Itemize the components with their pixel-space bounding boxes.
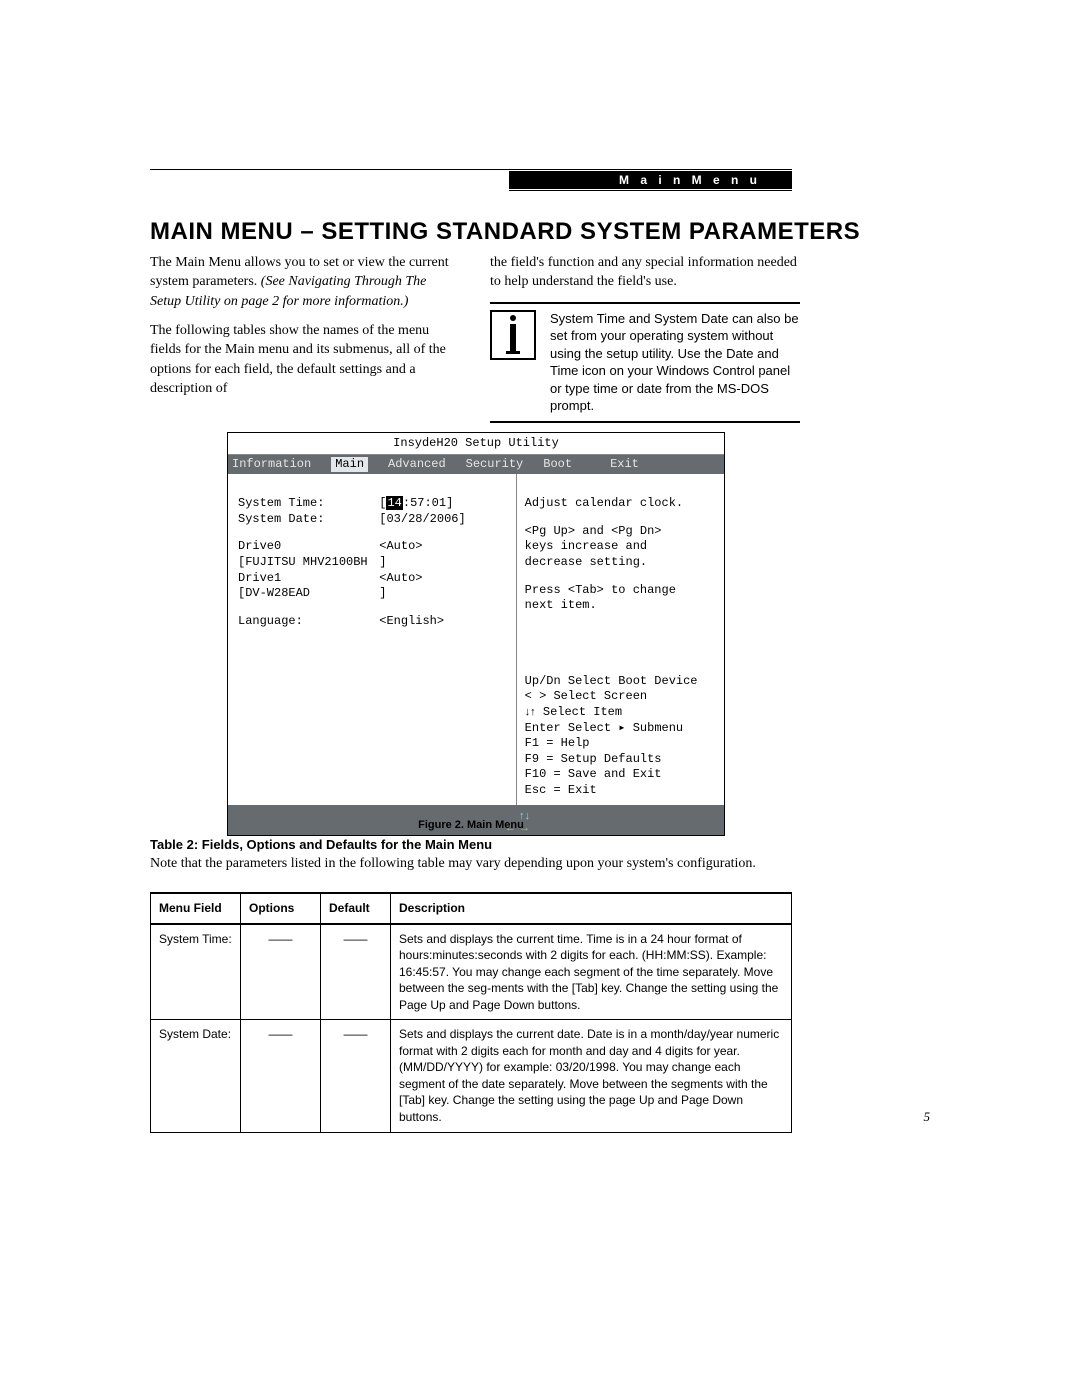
table-title: Table 2: Fields, Options and Defaults fo…: [150, 836, 492, 854]
intro-paragraph-1: The Main Menu allows you to set or view …: [150, 253, 458, 311]
bios-utility-title: InsydeH20 Setup Utility: [228, 433, 724, 455]
help-l4: decrease setting.: [525, 555, 716, 571]
nav-l8: Esc = Exit: [525, 783, 716, 799]
bios-tab-security: Security: [466, 457, 524, 473]
value-system-date: [03/28/2006]: [379, 512, 509, 528]
help-l5: Press <Tab> to change: [525, 583, 716, 599]
cell-description: Sets and displays the current date. Date…: [391, 1020, 792, 1132]
bios-tabs: Information Main Advanced Security Boot …: [228, 455, 724, 475]
label-drive0: Drive0: [238, 539, 379, 555]
cell-options: ——: [241, 924, 321, 1020]
label-language: Language:: [238, 614, 379, 630]
cell-menu-field: System Date:: [151, 1020, 241, 1132]
th-description: Description: [391, 893, 792, 924]
bios-tab-main: Main: [331, 457, 368, 473]
bios-tab-boot: Boot: [543, 457, 572, 473]
header-rule: [150, 169, 792, 170]
bios-help-panel: Adjust calendar clock. <Pg Up> and <Pg D…: [516, 474, 724, 804]
nav-l5: F1 = Help: [525, 736, 716, 752]
help-l6: next item.: [525, 598, 716, 614]
label-drive1-id: [DV-W28EAD: [238, 586, 379, 602]
bios-tab-advanced: Advanced: [388, 457, 446, 473]
figure-caption: Figure 2. Main Menu: [150, 818, 792, 833]
th-default: Default: [321, 893, 391, 924]
cell-description: Sets and displays the current time. Time…: [391, 924, 792, 1020]
info-rule-top: [490, 302, 800, 304]
value-system-time: [14:57:01]: [379, 496, 509, 512]
value-drive0-id: ]: [379, 555, 509, 571]
bios-fields-panel: System Time: [14:57:01] System Date: [03…: [228, 474, 516, 804]
cell-default: ——: [321, 1020, 391, 1132]
value-language: <English>: [379, 614, 509, 630]
table-row: System Date: —— —— Sets and displays the…: [151, 1020, 792, 1132]
info-note-box: System Time and System Date can also be …: [490, 310, 800, 415]
cell-menu-field: System Time:: [151, 924, 241, 1020]
section-header: M a i n M e n u: [509, 171, 792, 189]
value-drive0: <Auto>: [379, 539, 509, 555]
th-menu-field: Menu Field: [151, 893, 241, 924]
table-row: System Time: —— —— Sets and displays the…: [151, 924, 792, 1020]
bios-setup-figure: InsydeH20 Setup Utility Information Main…: [227, 432, 725, 836]
help-l3: keys increase and: [525, 539, 716, 555]
label-drive0-id: [FUJITSU MHV2100BH: [238, 555, 379, 571]
cell-default: ——: [321, 924, 391, 1020]
nav-l7: F10 = Save and Exit: [525, 767, 716, 783]
label-system-date: System Date:: [238, 512, 379, 528]
help-l2: <Pg Up> and <Pg Dn>: [525, 524, 716, 540]
nav-l4: Enter Select ▸ Submenu: [525, 721, 716, 737]
info-note-text: System Time and System Date can also be …: [550, 310, 800, 415]
help-l1: Adjust calendar clock.: [525, 496, 716, 512]
info-rule-bottom: [490, 421, 800, 423]
th-options: Options: [241, 893, 321, 924]
fields-table: Menu Field Options Default Description S…: [150, 892, 792, 1133]
info-icon: [490, 310, 536, 360]
page-number: 5: [924, 1108, 931, 1126]
nav-l1: Up/Dn Select Boot Device: [525, 674, 716, 690]
table-note: Note that the parameters listed in the f…: [150, 854, 792, 873]
label-system-time: System Time:: [238, 496, 379, 512]
intro-paragraph-2: The following tables show the names of t…: [150, 321, 458, 398]
nav-l3: ↓↑ Select Item: [525, 705, 716, 721]
bios-nav-help: Up/Dn Select Boot Device < > Select Scre…: [525, 674, 716, 799]
cell-options: ——: [241, 1020, 321, 1132]
nav-l2: < > Select Screen: [525, 689, 716, 705]
nav-l6: F9 = Setup Defaults: [525, 752, 716, 768]
bios-tab-exit: Exit: [610, 457, 639, 473]
value-drive1-id: ]: [379, 586, 509, 602]
label-drive1: Drive1: [238, 571, 379, 587]
intro-paragraph-3: the field's function and any special inf…: [490, 253, 800, 292]
value-drive1: <Auto>: [379, 571, 509, 587]
bios-tab-information: Information: [232, 457, 311, 473]
page-title: MAIN MENU – SETTING STANDARD SYSTEM PARA…: [150, 215, 860, 248]
